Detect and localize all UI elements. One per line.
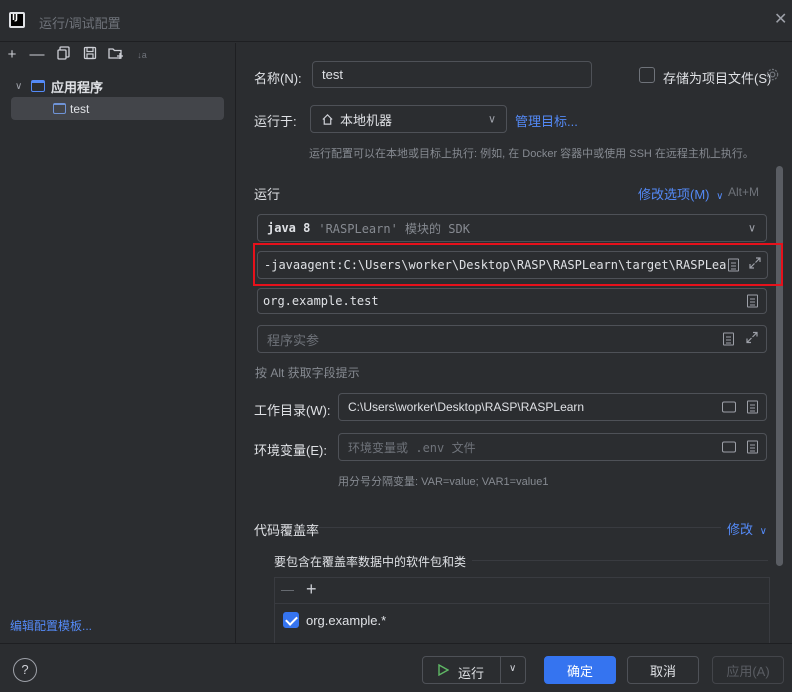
chevron-down-icon: ∨	[747, 222, 756, 235]
run-on-hint: 运行配置可以在本地或目标上执行: 例如, 在 Docker 容器中或使用 SSH…	[309, 148, 754, 160]
alt-hint: 按 Alt 获取字段提示	[255, 366, 360, 380]
config-tree-panel: + — ↓a ∨ 应用程序 test 编辑配置模板...	[0, 43, 236, 643]
sdk-java: java 8	[267, 221, 311, 235]
expand-icon[interactable]	[746, 331, 758, 347]
program-args-placeholder: 程序实参	[267, 332, 320, 348]
document-icon[interactable]	[747, 440, 758, 454]
coverage-pattern-checkbox[interactable]	[283, 612, 299, 628]
remove-icon[interactable]: —	[281, 582, 294, 597]
chevron-down-icon[interactable]: ∨	[15, 81, 25, 92]
tree-item-test[interactable]: test	[11, 97, 224, 120]
button-divider	[500, 657, 501, 683]
save-icon[interactable]	[81, 46, 99, 64]
tree-item-label: test	[70, 101, 90, 116]
add-icon[interactable]: +	[3, 46, 21, 64]
name-input[interactable]: test	[312, 61, 592, 88]
app-logo-icon: IJ	[9, 12, 25, 28]
tree-group-label: 应用程序	[51, 79, 104, 95]
name-label: 名称(N):	[254, 71, 302, 86]
coverage-include-label: 要包含在覆盖率数据中的软件包和类	[274, 555, 467, 569]
edit-templates-link[interactable]: 编辑配置模板...	[10, 617, 92, 634]
document-icon[interactable]	[747, 294, 758, 308]
window-title: 运行/调试配置	[39, 16, 121, 31]
run-button-label: 运行	[458, 666, 485, 681]
program-args-input[interactable]: 程序实参	[257, 325, 767, 353]
help-button[interactable]: ?	[13, 658, 37, 682]
chevron-down-icon: ∨	[759, 526, 767, 537]
coverage-modify-label: 修改	[727, 522, 754, 537]
run-on-value: 本地机器	[340, 112, 393, 128]
chevron-down-icon[interactable]: ∨	[509, 663, 516, 674]
coverage-list-toolbar: — +	[275, 578, 769, 604]
name-value: test	[322, 67, 343, 82]
copy-icon[interactable]	[55, 46, 73, 64]
title-bar: IJ 运行/调试配置 ✕	[0, 0, 792, 42]
home-icon	[322, 113, 333, 125]
env-placeholder: 环境变量或 .env 文件	[348, 439, 476, 456]
gear-icon[interactable]	[765, 67, 780, 85]
new-folder-icon[interactable]	[107, 46, 125, 64]
cancel-button[interactable]: 取消	[627, 656, 699, 684]
dialog-footer: ? 运行 ∨ 确定 取消 应用(A)	[0, 643, 792, 692]
store-as-project-file-checkbox[interactable]	[639, 67, 655, 83]
run-section-title: 运行	[254, 187, 281, 202]
manage-targets-link[interactable]: 管理目标...	[515, 111, 578, 130]
add-icon[interactable]: +	[306, 579, 317, 600]
env-placeholder-part: .env	[415, 440, 445, 455]
run-on-label: 运行于:	[254, 114, 297, 129]
jre-select[interactable]: java 8 'RASPLearn' 模块的 SDK ∨	[257, 214, 767, 242]
section-divider	[472, 560, 768, 561]
ok-button[interactable]: 确定	[544, 656, 616, 684]
coverage-pattern-value: org.example.*	[306, 613, 387, 628]
modify-options-shortcut: Alt+M	[728, 185, 760, 199]
scrollbar[interactable]	[776, 166, 783, 566]
workdir-input[interactable]: C:\Users\worker\Desktop\RASP\RASPLearn	[338, 393, 767, 421]
folder-icon[interactable]	[722, 401, 736, 413]
document-icon[interactable]	[723, 332, 734, 346]
run-on-select[interactable]: 本地机器 ∨	[310, 105, 507, 133]
application-icon	[53, 103, 66, 114]
sort-icon[interactable]: ↓a	[133, 46, 151, 64]
folder-icon[interactable]	[722, 441, 736, 453]
env-hint: 用分号分隔变量: VAR=value; VAR1=value1	[338, 476, 549, 488]
modify-options-link[interactable]: 修改选项(M) ∨	[638, 184, 723, 203]
section-divider	[319, 527, 721, 528]
chevron-down-icon: ∨	[487, 113, 496, 126]
env-label: 环境变量(E):	[254, 443, 327, 458]
application-icon	[31, 80, 45, 92]
main-class-value: org.example.test	[263, 294, 379, 308]
close-icon[interactable]: ✕	[774, 12, 787, 28]
run-button-group[interactable]: 运行 ∨	[422, 656, 526, 684]
sdk-module: 'RASPLearn' 模块的 SDK	[318, 221, 470, 236]
highlight-box	[253, 243, 783, 286]
coverage-patterns-list: — + org.example.*	[274, 577, 770, 643]
env-placeholder-part: 文件	[451, 440, 476, 455]
workdir-value: C:\Users\worker\Desktop\RASP\RASPLearn	[348, 400, 585, 414]
apply-button[interactable]: 应用(A)	[712, 656, 784, 684]
play-icon	[438, 664, 449, 676]
document-icon[interactable]	[747, 400, 758, 414]
remove-icon[interactable]: —	[28, 46, 46, 64]
main-class-input[interactable]: org.example.test	[257, 288, 767, 314]
chevron-down-icon: ∨	[716, 191, 724, 202]
env-input[interactable]: 环境变量或 .env 文件	[338, 433, 767, 461]
coverage-modify-link[interactable]: 修改 ∨	[727, 519, 767, 538]
config-form: 名称(N): test 存储为项目文件(S) 运行于: 本地机器 ∨ 管理目标.…	[237, 43, 792, 643]
store-as-project-file-label: 存储为项目文件(S)	[663, 71, 772, 86]
tree-group-application[interactable]: ∨ 应用程序	[15, 76, 103, 96]
coverage-section-title: 代码覆盖率	[254, 523, 320, 538]
modify-options-label: 修改选项(M)	[638, 187, 710, 202]
workdir-label: 工作目录(W):	[254, 403, 331, 418]
env-placeholder-part: 环境变量或	[348, 440, 409, 455]
